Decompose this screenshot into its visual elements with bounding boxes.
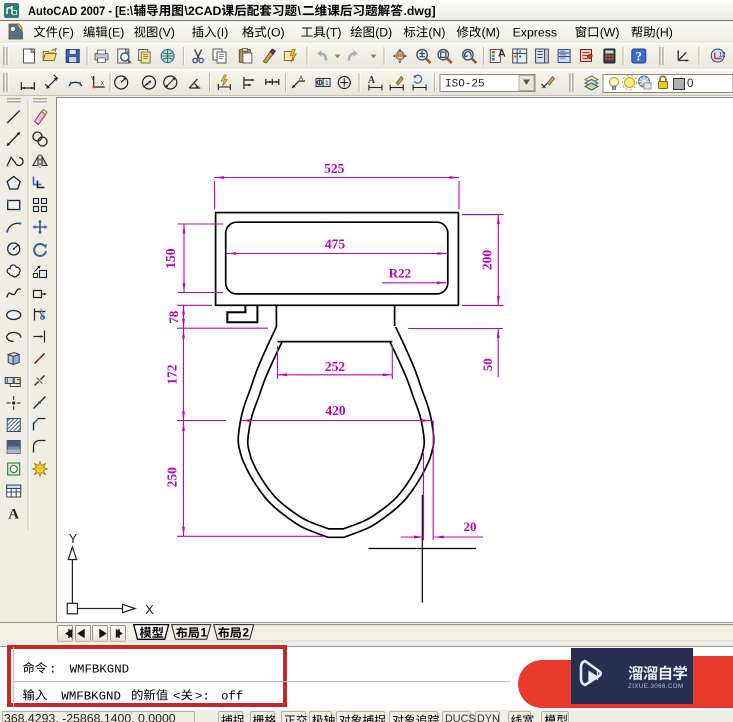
svg-text:ZIXUE.3066.COM: ZIXUE.3066.COM <box>628 683 684 690</box>
